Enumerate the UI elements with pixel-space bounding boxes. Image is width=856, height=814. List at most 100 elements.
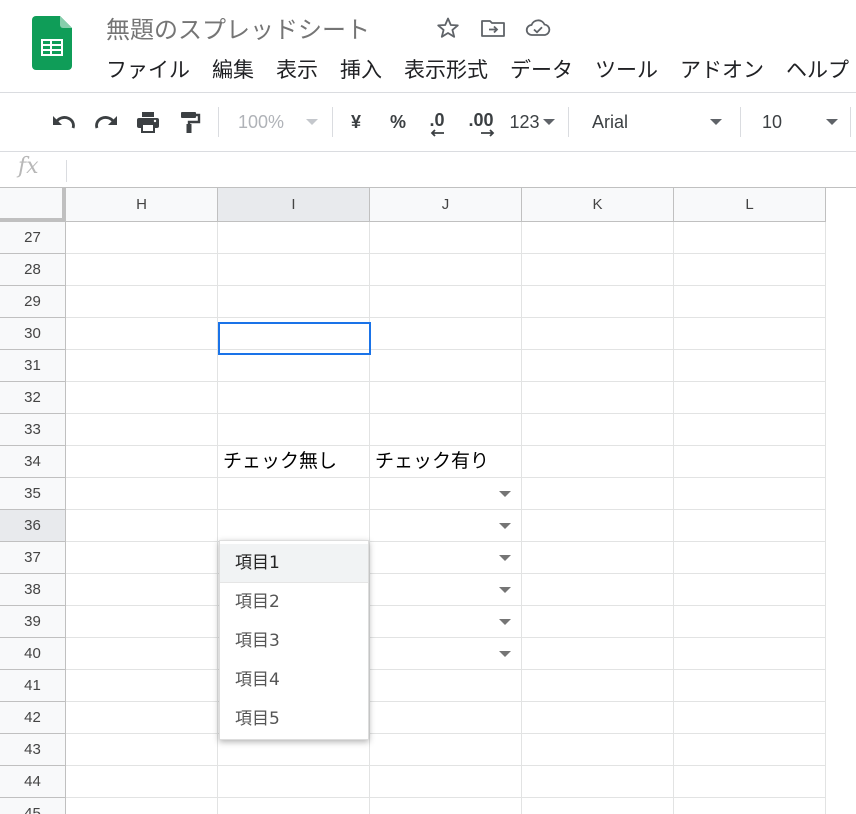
cell-i31[interactable] [218, 350, 370, 382]
cell-i36[interactable] [218, 510, 370, 542]
cell-j38[interactable] [370, 574, 522, 606]
dropdown-arrow-icon[interactable] [499, 555, 511, 561]
cell-l42[interactable] [674, 702, 826, 734]
cell-i44[interactable] [218, 766, 370, 798]
cell-h39[interactable] [66, 606, 218, 638]
cell-j29[interactable] [370, 286, 522, 318]
row-header-34[interactable]: 34 [0, 446, 66, 478]
cell-k28[interactable] [522, 254, 674, 286]
row-header-37[interactable]: 37 [0, 542, 66, 574]
cell-l38[interactable] [674, 574, 826, 606]
menu-file[interactable]: ファイル [106, 55, 190, 85]
cell-l44[interactable] [674, 766, 826, 798]
cell-h27[interactable] [66, 222, 218, 254]
cell-j36[interactable] [370, 510, 522, 542]
row-header-35[interactable]: 35 [0, 478, 66, 510]
cell-l35[interactable] [674, 478, 826, 510]
dropdown-item-5[interactable]: 項目5 [220, 700, 368, 739]
dropdown-item-3[interactable]: 項目3 [220, 622, 368, 661]
cell-l29[interactable] [674, 286, 826, 318]
cell-h35[interactable] [66, 478, 218, 510]
column-header-h[interactable]: H [66, 188, 218, 222]
cell-k31[interactable] [522, 350, 674, 382]
cell-l45[interactable] [674, 798, 826, 814]
cell-h28[interactable] [66, 254, 218, 286]
cell-j37[interactable] [370, 542, 522, 574]
dropdown-arrow-icon[interactable] [499, 491, 511, 497]
menu-view[interactable]: 表示 [276, 55, 318, 85]
font-family-select[interactable]: Arial [584, 93, 730, 151]
cell-h38[interactable] [66, 574, 218, 606]
cell-j31[interactable] [370, 350, 522, 382]
document-title[interactable]: 無題のスプレッドシート [106, 10, 370, 45]
currency-format-button[interactable]: ¥ [342, 93, 370, 151]
dropdown-arrow-icon[interactable] [499, 587, 511, 593]
move-folder-icon[interactable] [479, 14, 507, 42]
cell-j44[interactable] [370, 766, 522, 798]
cell-i27[interactable] [218, 222, 370, 254]
column-header-j[interactable]: J [370, 188, 522, 222]
font-size-select[interactable]: 10 [754, 93, 844, 151]
cell-h44[interactable] [66, 766, 218, 798]
cell-j35[interactable] [370, 478, 522, 510]
row-header-31[interactable]: 31 [0, 350, 66, 382]
star-icon[interactable] [434, 14, 462, 42]
column-header-l[interactable]: L [674, 188, 826, 222]
row-header-28[interactable]: 28 [0, 254, 66, 286]
cell-h41[interactable] [66, 670, 218, 702]
cell-l28[interactable] [674, 254, 826, 286]
row-header-32[interactable]: 32 [0, 382, 66, 414]
cell-h42[interactable] [66, 702, 218, 734]
cell-j42[interactable] [370, 702, 522, 734]
cell-k36[interactable] [522, 510, 674, 542]
cloud-saved-icon[interactable] [524, 14, 552, 42]
cell-k38[interactable] [522, 574, 674, 606]
redo-icon[interactable] [90, 93, 122, 151]
decrease-decimal-button[interactable]: .0 [422, 93, 452, 151]
row-header-45[interactable]: 45 [0, 798, 66, 814]
column-header-k[interactable]: K [522, 188, 674, 222]
cell-h40[interactable] [66, 638, 218, 670]
sheets-logo-icon[interactable] [32, 16, 72, 70]
dropdown-arrow-icon[interactable] [499, 523, 511, 529]
row-header-40[interactable]: 40 [0, 638, 66, 670]
row-header-33[interactable]: 33 [0, 414, 66, 446]
cell-k40[interactable] [522, 638, 674, 670]
cell-j32[interactable] [370, 382, 522, 414]
cell-k32[interactable] [522, 382, 674, 414]
menu-format[interactable]: 表示形式 [404, 55, 488, 85]
cell-j28[interactable] [370, 254, 522, 286]
formula-input[interactable] [76, 156, 836, 184]
dropdown-item-2[interactable]: 項目2 [220, 583, 368, 622]
cell-i33[interactable] [218, 414, 370, 446]
row-header-43[interactable]: 43 [0, 734, 66, 766]
cell-k33[interactable] [522, 414, 674, 446]
zoom-select[interactable]: 100% [232, 93, 324, 151]
cell-l31[interactable] [674, 350, 826, 382]
row-header-44[interactable]: 44 [0, 766, 66, 798]
cell-i35[interactable] [218, 478, 370, 510]
cell-i34[interactable]: チェック無し [218, 446, 370, 478]
cell-j41[interactable] [370, 670, 522, 702]
cell-j34[interactable]: チェック有り [370, 446, 522, 478]
cell-i29[interactable] [218, 286, 370, 318]
cell-j43[interactable] [370, 734, 522, 766]
dropdown-item-4[interactable]: 項目4 [220, 661, 368, 700]
cell-l27[interactable] [674, 222, 826, 254]
cell-j33[interactable] [370, 414, 522, 446]
paint-format-icon[interactable] [174, 93, 206, 151]
cell-h43[interactable] [66, 734, 218, 766]
cell-h36[interactable] [66, 510, 218, 542]
cell-j30[interactable] [370, 318, 522, 350]
menu-insert[interactable]: 挿入 [340, 55, 382, 85]
cell-l36[interactable] [674, 510, 826, 542]
cell-k34[interactable] [522, 446, 674, 478]
cell-l40[interactable] [674, 638, 826, 670]
cell-h29[interactable] [66, 286, 218, 318]
cell-j40[interactable] [370, 638, 522, 670]
cell-k44[interactable] [522, 766, 674, 798]
cell-j45[interactable] [370, 798, 522, 814]
menu-tools[interactable]: ツール [595, 55, 658, 85]
cell-h30[interactable] [66, 318, 218, 350]
menu-help[interactable]: ヘルプ [786, 55, 849, 85]
